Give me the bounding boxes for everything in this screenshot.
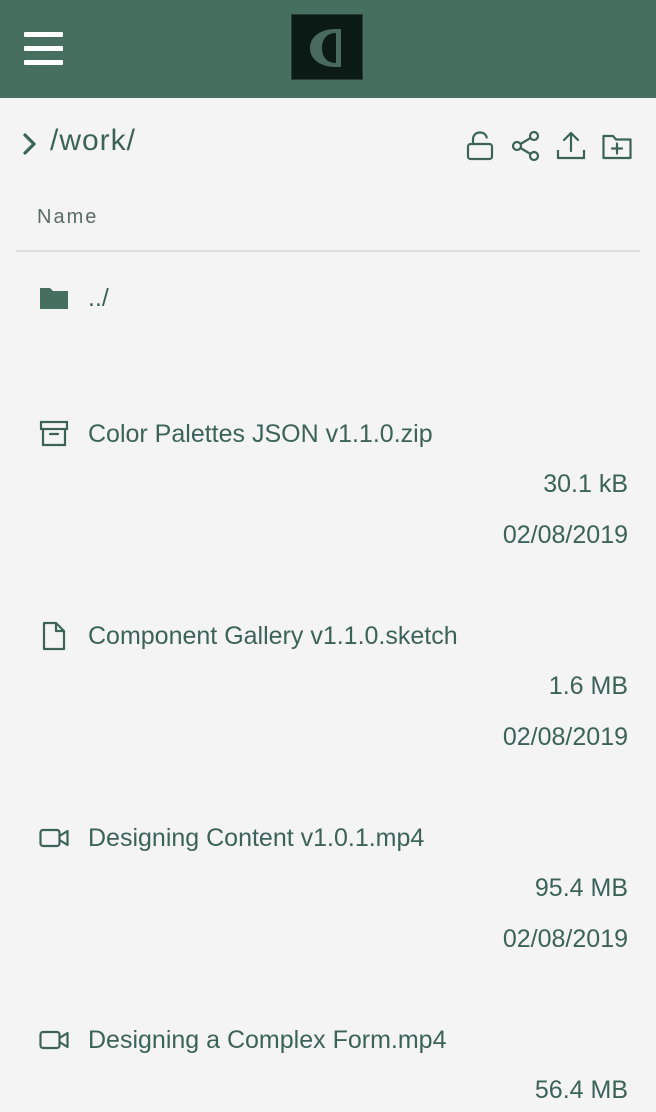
table-header: Name	[16, 190, 640, 252]
file-size: 1.6 MB	[548, 672, 628, 700]
file-size: 56.4 MB	[534, 1076, 628, 1104]
new-folder-icon[interactable]	[601, 130, 633, 162]
video-icon	[39, 1030, 69, 1050]
file-date: 02/08/2019	[502, 521, 628, 549]
column-name-header[interactable]: Name	[37, 206, 98, 229]
share-icon[interactable]	[510, 130, 542, 162]
archive-icon	[39, 420, 69, 447]
file-date: 02/08/2019	[502, 925, 628, 953]
hamburger-menu-icon[interactable]	[24, 30, 64, 66]
current-path: /work/	[50, 124, 137, 157]
video-icon	[39, 828, 69, 848]
document-icon	[42, 621, 66, 651]
breadcrumb: /work/	[0, 98, 656, 190]
unlock-icon[interactable]	[464, 130, 496, 162]
file-name: Color Palettes JSON v1.1.0.zip	[88, 420, 433, 448]
file-name: Designing Content v1.0.1.mp4	[88, 824, 425, 852]
folder-icon	[40, 288, 68, 309]
file-name: Component Gallery v1.1.0.sketch	[88, 622, 458, 650]
app-logo[interactable]	[291, 14, 363, 80]
top-app-bar	[0, 0, 656, 98]
logo-c-icon	[310, 29, 341, 67]
file-size: 95.4 MB	[534, 874, 628, 902]
file-name: Designing a Complex Form.mp4	[88, 1026, 447, 1054]
chevron-right-icon[interactable]	[20, 132, 40, 156]
file-name: ../	[88, 284, 109, 312]
file-size: 30.1 kB	[543, 470, 628, 498]
file-date: 02/08/2019	[502, 723, 628, 751]
upload-icon[interactable]	[555, 130, 587, 162]
